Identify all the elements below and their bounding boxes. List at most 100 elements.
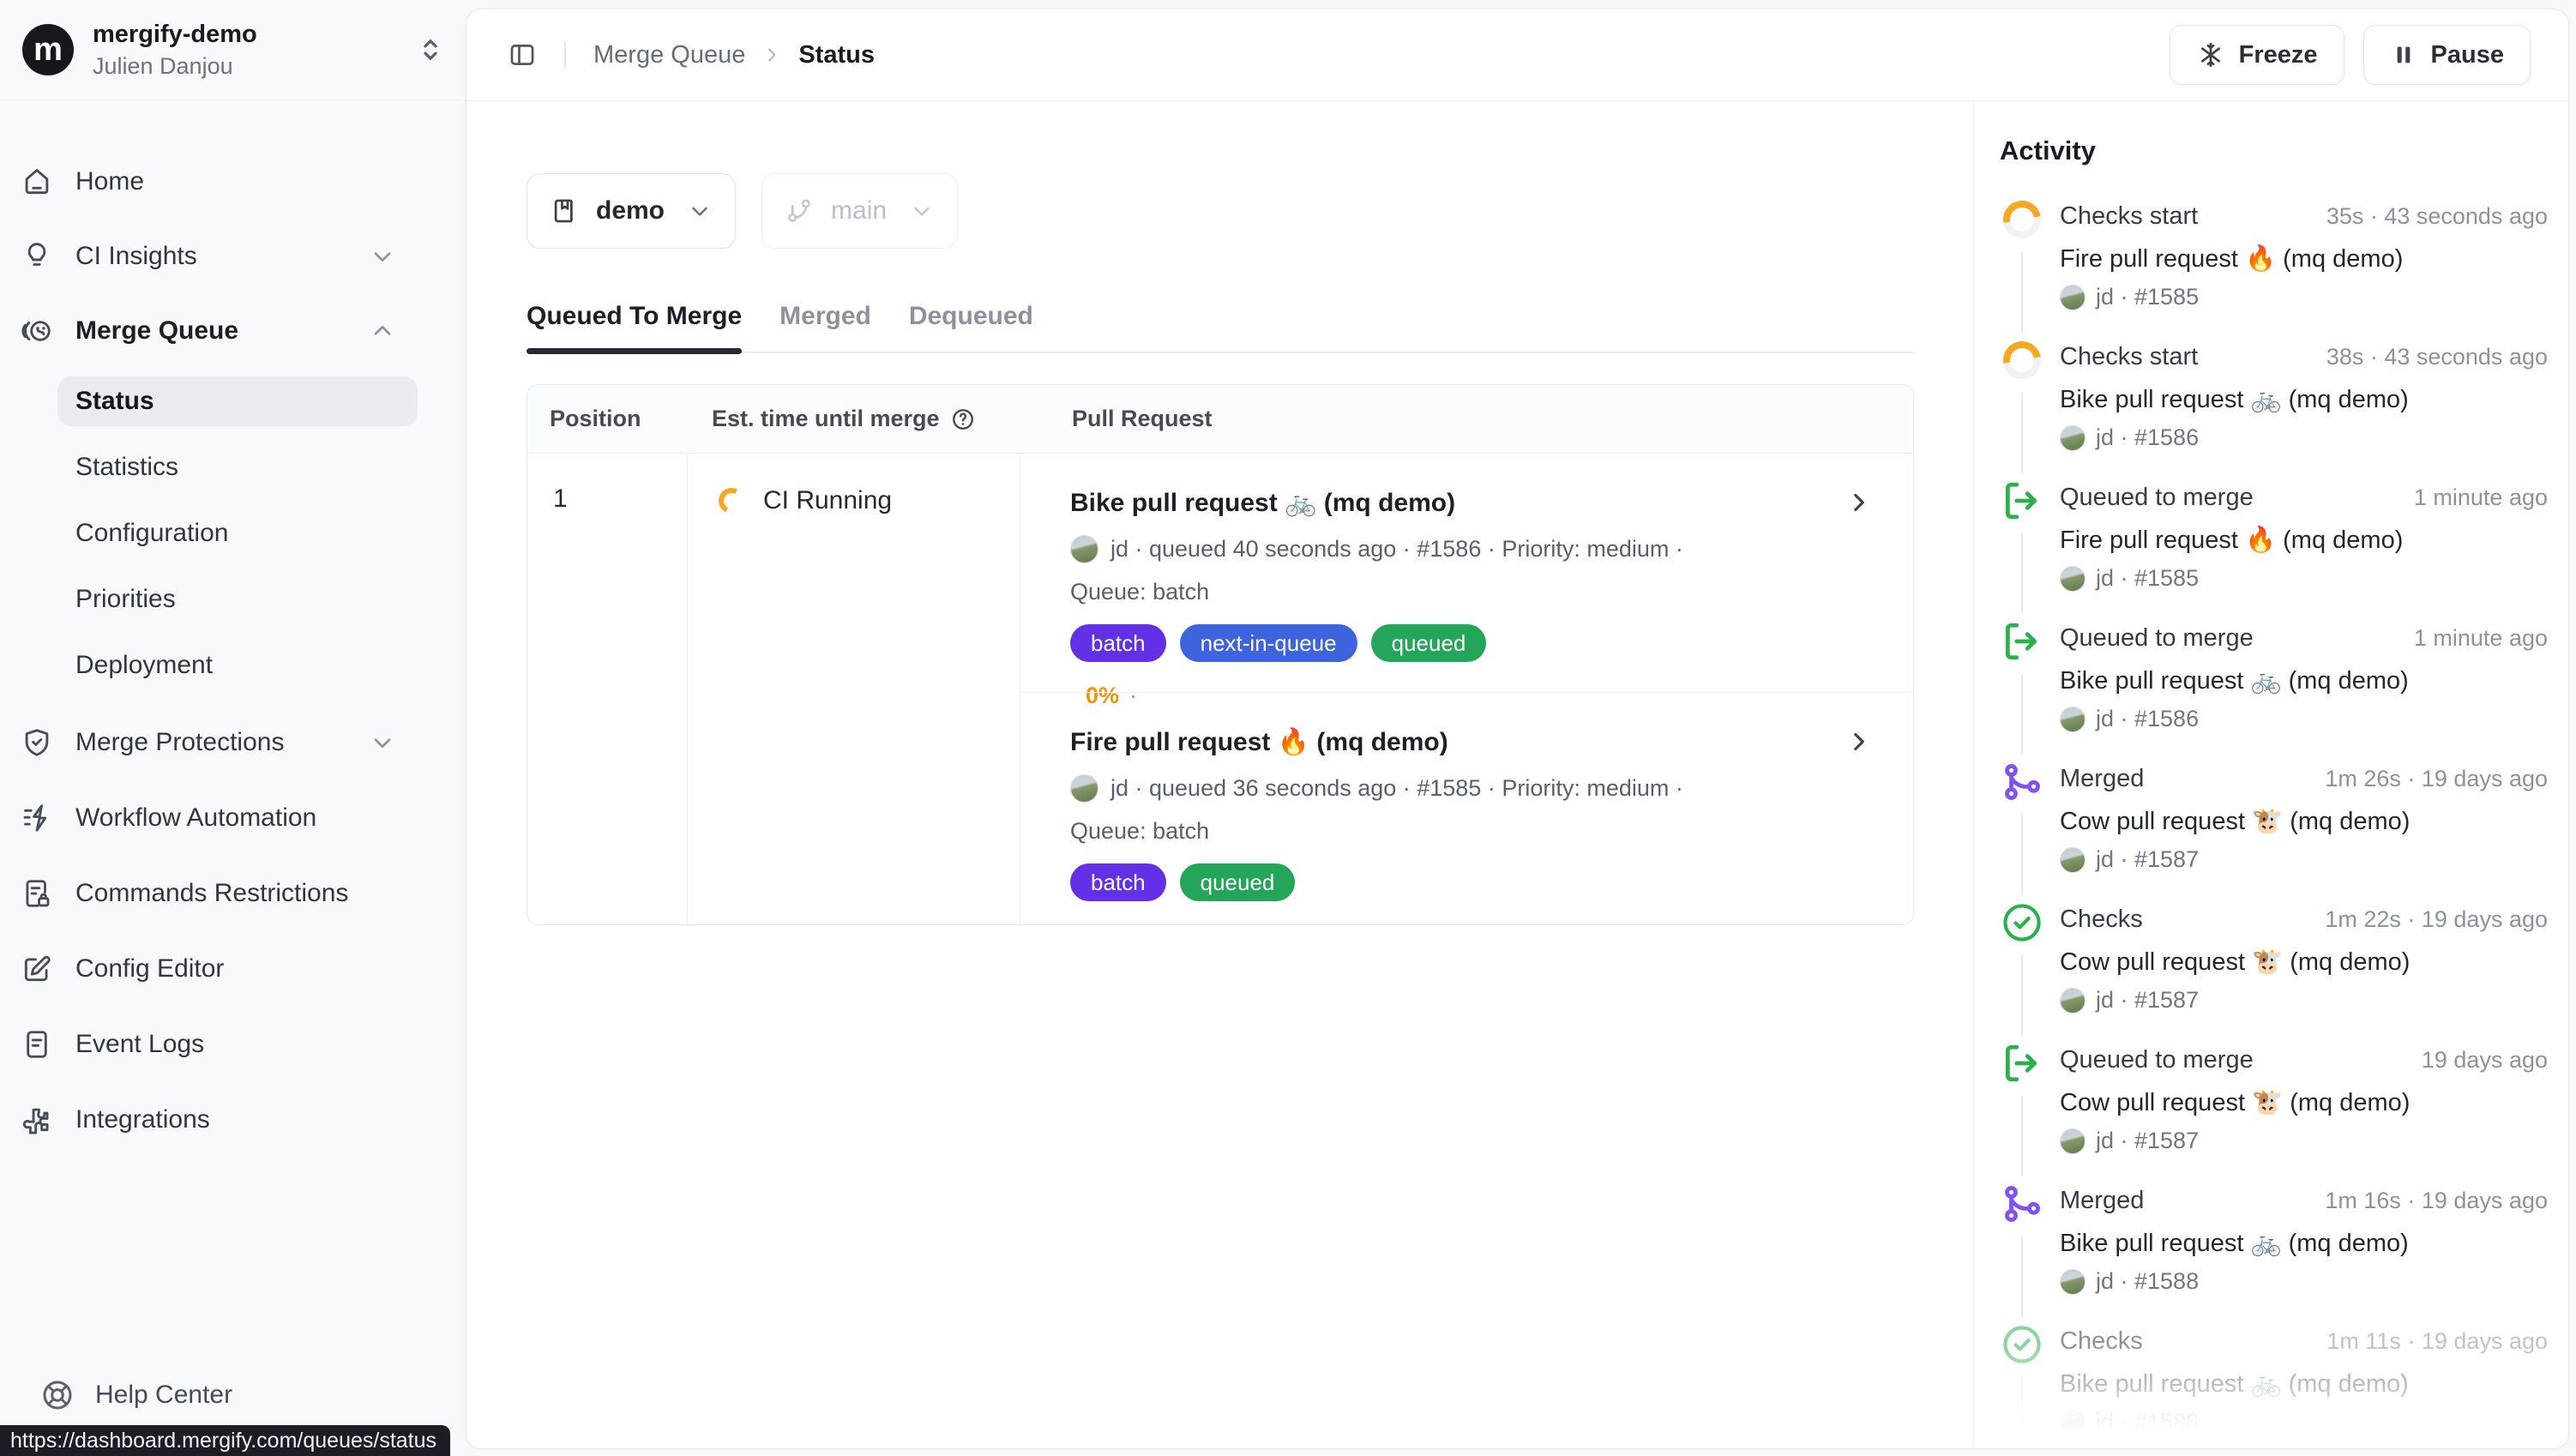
activity-entry-title: Checks <box>2060 1327 2143 1356</box>
help-circle-icon[interactable] <box>950 406 976 432</box>
activity-title: Activity <box>2000 135 2548 166</box>
activity-entry-title: Checks <box>2060 905 2143 934</box>
sidebar-item-merge-queue[interactable]: Merge Queue <box>0 293 468 368</box>
sidebar: m mergify-demo Julien Danjou Home CI Ins… <box>0 0 468 1456</box>
merge-queue-icon <box>21 315 53 347</box>
book-repo-icon <box>550 196 579 226</box>
activity-entry[interactable]: Queued to merge19 days ago Cow pull requ… <box>2000 1041 2548 1164</box>
activity-entry-body[interactable]: Bike pull request 🚲 (mq demo) <box>2060 666 2548 695</box>
activity-entry-sub: jd · #1585 <box>2096 565 2199 592</box>
activity-entry-sub: jd · #1587 <box>2096 846 2199 873</box>
sidebar-item-priorities[interactable]: Priorities <box>0 566 468 632</box>
sidebar-item-configuration[interactable]: Configuration <box>0 500 468 566</box>
sidebar-item-home[interactable]: Home <box>0 144 468 219</box>
tab-queued-to-merge[interactable]: Queued To Merge <box>527 302 742 352</box>
org-user: Julien Danjou <box>93 53 257 80</box>
pr-meta: jd · queued 36 seconds ago · #1585 · Pri… <box>1110 775 1683 802</box>
pull-request-item[interactable]: Fire pull request 🔥 (mq demo) jd · queue… <box>1020 692 1913 924</box>
sidebar-item-merge-protections[interactable]: Merge Protections <box>0 705 468 780</box>
activity-entry[interactable]: Queued to merge1 minute ago Fire pull re… <box>2000 478 2548 602</box>
sidebar-item-status[interactable]: Status <box>57 376 418 426</box>
column-est-time-label: Est. time until merge <box>712 406 940 432</box>
activity-entry-body[interactable]: Bike pull request 🚲 (mq demo) <box>2060 385 2548 414</box>
activity-entry[interactable]: Merged1m 16s · 19 days ago Bike pull req… <box>2000 1182 2548 1305</box>
activity-entry-body[interactable]: Cow pull request 🐮 (mq demo) <box>2060 1088 2548 1117</box>
sidebar-item-commands-restrictions[interactable]: Commands Restrictions <box>0 856 468 931</box>
chevrons-up-down-icon[interactable] <box>415 34 446 65</box>
pull-request-item[interactable]: Bike pull request 🚲 (mq demo) jd · queue… <box>1020 454 1913 692</box>
sidebar-item-statistics[interactable]: Statistics <box>0 434 468 500</box>
pause-button[interactable]: Pause <box>2363 25 2531 85</box>
sidebar-nav-bottom: Merge Protections Workflow Automation Co… <box>0 705 468 1158</box>
activity-entry[interactable]: Checks 1m 11s · 19 days ago Bike pull req… <box>2000 1322 2548 1446</box>
sidebar-toggle-icon[interactable] <box>508 40 537 69</box>
checks-spinner-icon <box>2000 197 2044 242</box>
activity-entry-meta: 1m 11s · 19 days ago <box>2326 1328 2548 1355</box>
snowflake-icon <box>2196 40 2225 69</box>
life-buoy-icon <box>40 1378 75 1412</box>
sidebar-item-label: Event Logs <box>75 1030 204 1059</box>
breadcrumb-merge-queue[interactable]: Merge Queue <box>593 41 745 69</box>
activity-entry-meta: 1 minute ago <box>2414 484 2548 511</box>
sidebar-item-workflow-automation[interactable]: Workflow Automation <box>0 780 468 856</box>
avatar <box>1070 535 1098 563</box>
activity-entry-body[interactable]: Fire pull request 🔥 (mq demo) <box>2060 244 2548 274</box>
table-header: Position Est. time until merge Pull Requ… <box>527 385 1913 454</box>
queued-to-merge-icon <box>2000 478 2044 523</box>
activity-entry[interactable]: Merged1m 26s · 19 days ago Cow pull requ… <box>2000 760 2548 883</box>
activity-entry[interactable]: Queued to merge1 minute ago Bike pull re… <box>2000 619 2548 743</box>
ci-running-spinner-icon <box>715 484 748 517</box>
avatar <box>2060 988 2085 1014</box>
branch-select[interactable]: main <box>761 173 958 249</box>
freeze-label: Freeze <box>2239 41 2318 69</box>
activity-entry[interactable]: Checks start 35s · 43 seconds ago Fire pu… <box>2000 197 2548 321</box>
pr-queue: Queue: batch <box>1070 579 1879 605</box>
chevron-down-icon <box>687 198 713 224</box>
activity-entry[interactable]: Checks1m 22s · 19 days ago Cow pull requ… <box>2000 900 2548 1024</box>
avatar <box>1070 774 1098 803</box>
sidebar-item-integrations[interactable]: Integrations <box>0 1082 468 1158</box>
chevron-right-icon[interactable] <box>1839 727 1879 756</box>
lightbulb-icon <box>21 240 53 273</box>
activity-entry[interactable]: Checks start38s · 43 seconds ago Bike pu… <box>2000 338 2548 461</box>
pr-queue: Queue: batch <box>1070 818 1879 845</box>
column-pull-request: Pull Request <box>1020 406 1913 432</box>
column-position: Position <box>527 406 688 432</box>
sidebar-item-label: Statistics <box>75 453 178 482</box>
sidebar-item-help-center[interactable]: Help Center <box>0 1370 468 1420</box>
activity-entry-body[interactable]: Bike pull request 🚲 (mq demo) <box>2060 1369 2548 1399</box>
pr-meta: jd · queued 40 seconds ago · #1586 · Pri… <box>1110 536 1683 563</box>
chevron-right-icon[interactable] <box>1839 488 1879 517</box>
est-time-cell: CI Running <box>688 454 1020 924</box>
checks-done-icon <box>2000 1322 2044 1367</box>
sidebar-item-event-logs[interactable]: Event Logs <box>0 1007 468 1082</box>
repo-select[interactable]: demo <box>527 173 736 249</box>
tab-merged[interactable]: Merged <box>779 302 871 352</box>
dot-separator: · <box>1129 922 1137 925</box>
badge-queued: queued <box>1180 863 1296 901</box>
activity-entry-sub: jd · #1587 <box>2096 1128 2199 1154</box>
org-switcher[interactable]: m mergify-demo Julien Danjou <box>0 0 468 100</box>
pr-title[interactable]: Fire pull request 🔥 (mq demo) <box>1070 727 1448 757</box>
main-card: Merge Queue Status Freeze Pause <box>466 9 2569 1449</box>
activity-entry-title: Checks start <box>2060 202 2198 231</box>
activity-entry-body[interactable]: Bike pull request 🚲 (mq demo) <box>2060 1229 2548 1258</box>
sidebar-item-ci-insights[interactable]: CI Insights <box>0 219 468 293</box>
sidebar-item-deployment[interactable]: Deployment <box>0 632 468 698</box>
sidebar-item-config-editor[interactable]: Config Editor <box>0 931 468 1007</box>
mergify-logo: m <box>22 24 74 75</box>
activity-entry-meta: 35s · 43 seconds ago <box>2326 203 2548 230</box>
avatar <box>2060 847 2085 873</box>
activity-entry-body[interactable]: Cow pull request 🐮 (mq demo) <box>2060 948 2548 977</box>
activity-entry-body[interactable]: Cow pull request 🐮 (mq demo) <box>2060 807 2548 836</box>
file-lock-icon <box>21 877 53 910</box>
freeze-button[interactable]: Freeze <box>2170 25 2344 85</box>
help-center-label: Help Center <box>95 1381 232 1410</box>
activity-entry-body[interactable]: Fire pull request 🔥 (mq demo) <box>2060 526 2548 555</box>
activity-entry-sub: jd · #1588 <box>2096 1268 2199 1295</box>
tab-dequeued[interactable]: Dequeued <box>909 302 1033 352</box>
activity-list: Checks start 35s · 43 seconds ago Fire pu… <box>2000 197 2548 1446</box>
shield-check-icon <box>21 726 53 759</box>
chevron-down-icon <box>909 198 935 224</box>
pr-title[interactable]: Bike pull request 🚲 (mq demo) <box>1070 488 1455 518</box>
